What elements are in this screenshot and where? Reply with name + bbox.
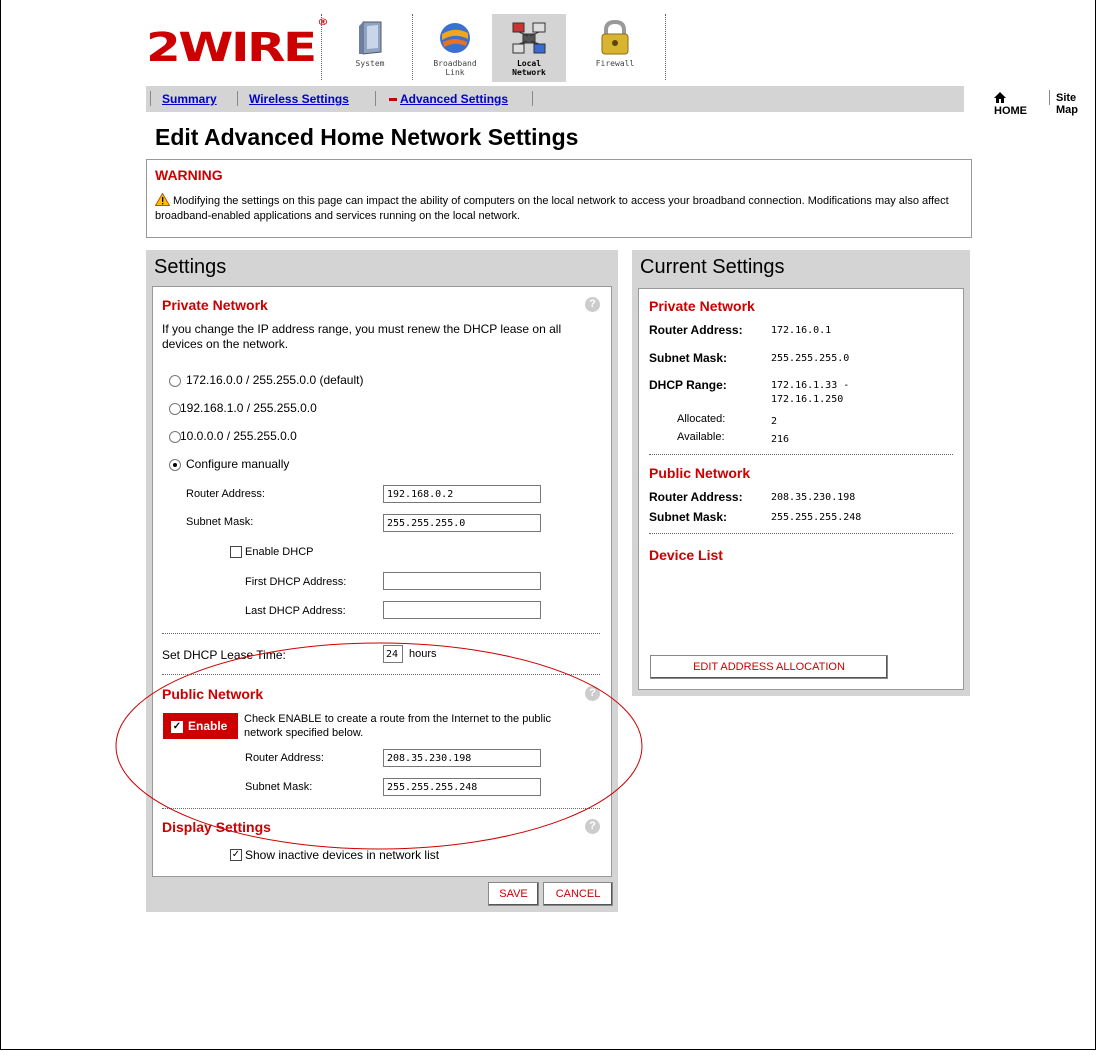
current-mask-value: 255.255.255.0 bbox=[771, 353, 850, 364]
divider bbox=[649, 533, 953, 534]
current-pub-router-value: 208.35.230.198 bbox=[771, 492, 856, 503]
site-map-link[interactable]: Site Map bbox=[1056, 92, 1078, 116]
last-dhcp-label: Last DHCP Address: bbox=[245, 605, 346, 617]
radio-label-manual: Configure manually bbox=[186, 457, 290, 471]
warning-title: WARNING bbox=[155, 167, 223, 183]
current-pub-mask-value: 255.255.255.248 bbox=[771, 512, 862, 523]
current-settings-inner bbox=[638, 288, 964, 690]
tab-system[interactable]: System bbox=[333, 14, 407, 82]
tab-broadband-link[interactable]: Broadband Link bbox=[418, 14, 492, 82]
first-dhcp-input[interactable] bbox=[383, 572, 541, 590]
separator bbox=[375, 91, 376, 106]
home-icon bbox=[994, 92, 1006, 103]
broadband-link-icon bbox=[440, 23, 470, 53]
nav-wireless-settings-link[interactable]: Wireless Settings bbox=[249, 92, 349, 106]
nav-summary-link[interactable]: Summary bbox=[162, 92, 217, 106]
divider bbox=[321, 14, 322, 80]
private-network-intro: If you change the IP address range, you … bbox=[162, 322, 562, 351]
divider bbox=[412, 14, 413, 80]
router-address-label: Router Address: bbox=[186, 488, 265, 500]
nav-advanced-settings-link[interactable]: Advanced Settings bbox=[400, 92, 508, 106]
save-button[interactable]: SAVE bbox=[488, 882, 539, 906]
page-title: Edit Advanced Home Network Settings bbox=[155, 124, 579, 150]
last-dhcp-input[interactable] bbox=[383, 601, 541, 619]
home-link[interactable]: HOME bbox=[994, 92, 1027, 117]
edit-address-allocation-button[interactable]: EDIT ADDRESS ALLOCATION bbox=[650, 655, 888, 679]
nav-advanced-settings[interactable]: Advanced Settings bbox=[389, 92, 508, 106]
firewall-lock-icon bbox=[601, 20, 629, 55]
tab-firewall[interactable]: Firewall bbox=[578, 14, 652, 82]
tab-local-network[interactable]: Local Network bbox=[492, 14, 566, 82]
settings-title: Settings bbox=[154, 256, 227, 278]
sub-navigation: Summary Wireless Settings Advanced Setti… bbox=[146, 86, 1078, 117]
warning-icon bbox=[155, 193, 170, 206]
divider bbox=[665, 14, 666, 80]
current-private-network-title: Private Network bbox=[649, 298, 755, 314]
current-router-label: Router Address: bbox=[649, 323, 743, 337]
active-indicator bbox=[389, 98, 397, 102]
radio-option-172[interactable] bbox=[169, 375, 181, 387]
divider bbox=[162, 633, 600, 634]
separator bbox=[150, 91, 151, 106]
allocated-label: Allocated: bbox=[677, 413, 726, 425]
radio-option-manual[interactable] bbox=[169, 459, 181, 471]
current-dhcp-value-end: 172.16.1.250 bbox=[771, 394, 844, 405]
current-dhcp-value-start: 172.16.1.33 - bbox=[771, 380, 850, 391]
warning-box: WARNING Modifying the settings on this p… bbox=[146, 159, 972, 238]
current-pub-mask-label: Subnet Mask: bbox=[649, 510, 728, 524]
2wire-logo[interactable]: 2WIRE® bbox=[146, 18, 328, 68]
current-mask-label: Subnet Mask: bbox=[649, 351, 728, 365]
separator bbox=[237, 91, 238, 106]
device-list-title: Device List bbox=[649, 547, 723, 563]
first-dhcp-label: First DHCP Address: bbox=[245, 576, 347, 588]
divider bbox=[649, 454, 953, 455]
available-label: Available: bbox=[677, 431, 725, 443]
available-value: 216 bbox=[771, 434, 790, 445]
warning-text-block: Modifying the settings on this page can … bbox=[155, 193, 955, 224]
enable-dhcp-label: Enable DHCP bbox=[245, 546, 314, 558]
current-dhcp-label: DHCP Range: bbox=[649, 378, 727, 392]
local-network-icon bbox=[512, 22, 546, 54]
subnet-mask-input[interactable]: 255.255.255.0 bbox=[383, 514, 541, 532]
system-icon bbox=[359, 21, 382, 55]
allocated-value: 2 bbox=[771, 416, 778, 427]
enable-dhcp-checkbox[interactable] bbox=[230, 546, 242, 558]
private-network-help-icon[interactable]: ? bbox=[585, 297, 600, 312]
router-address-input[interactable]: 192.168.0.2 bbox=[383, 485, 541, 503]
radio-label-10: 10.0.0.0 / 255.255.0.0 bbox=[180, 429, 297, 443]
current-router-value: 172.16.0.1 bbox=[771, 325, 832, 336]
subnet-mask-label: Subnet Mask: bbox=[186, 516, 254, 528]
radio-label-172: 172.16.0.0 / 255.255.0.0 (default) bbox=[186, 373, 364, 387]
annotation-ellipse bbox=[115, 642, 643, 850]
radio-label-192: 192.168.1.0 / 255.255.0.0 bbox=[180, 401, 317, 415]
cancel-button[interactable]: CANCEL bbox=[543, 882, 613, 906]
separator bbox=[1049, 90, 1050, 105]
current-settings-title: Current Settings bbox=[640, 256, 785, 278]
private-network-title: Private Network bbox=[162, 297, 268, 313]
warning-text: Modifying the settings on this page can … bbox=[155, 195, 949, 222]
separator bbox=[532, 91, 533, 106]
current-pub-router-label: Router Address: bbox=[649, 490, 743, 504]
current-public-network-title: Public Network bbox=[649, 465, 751, 481]
